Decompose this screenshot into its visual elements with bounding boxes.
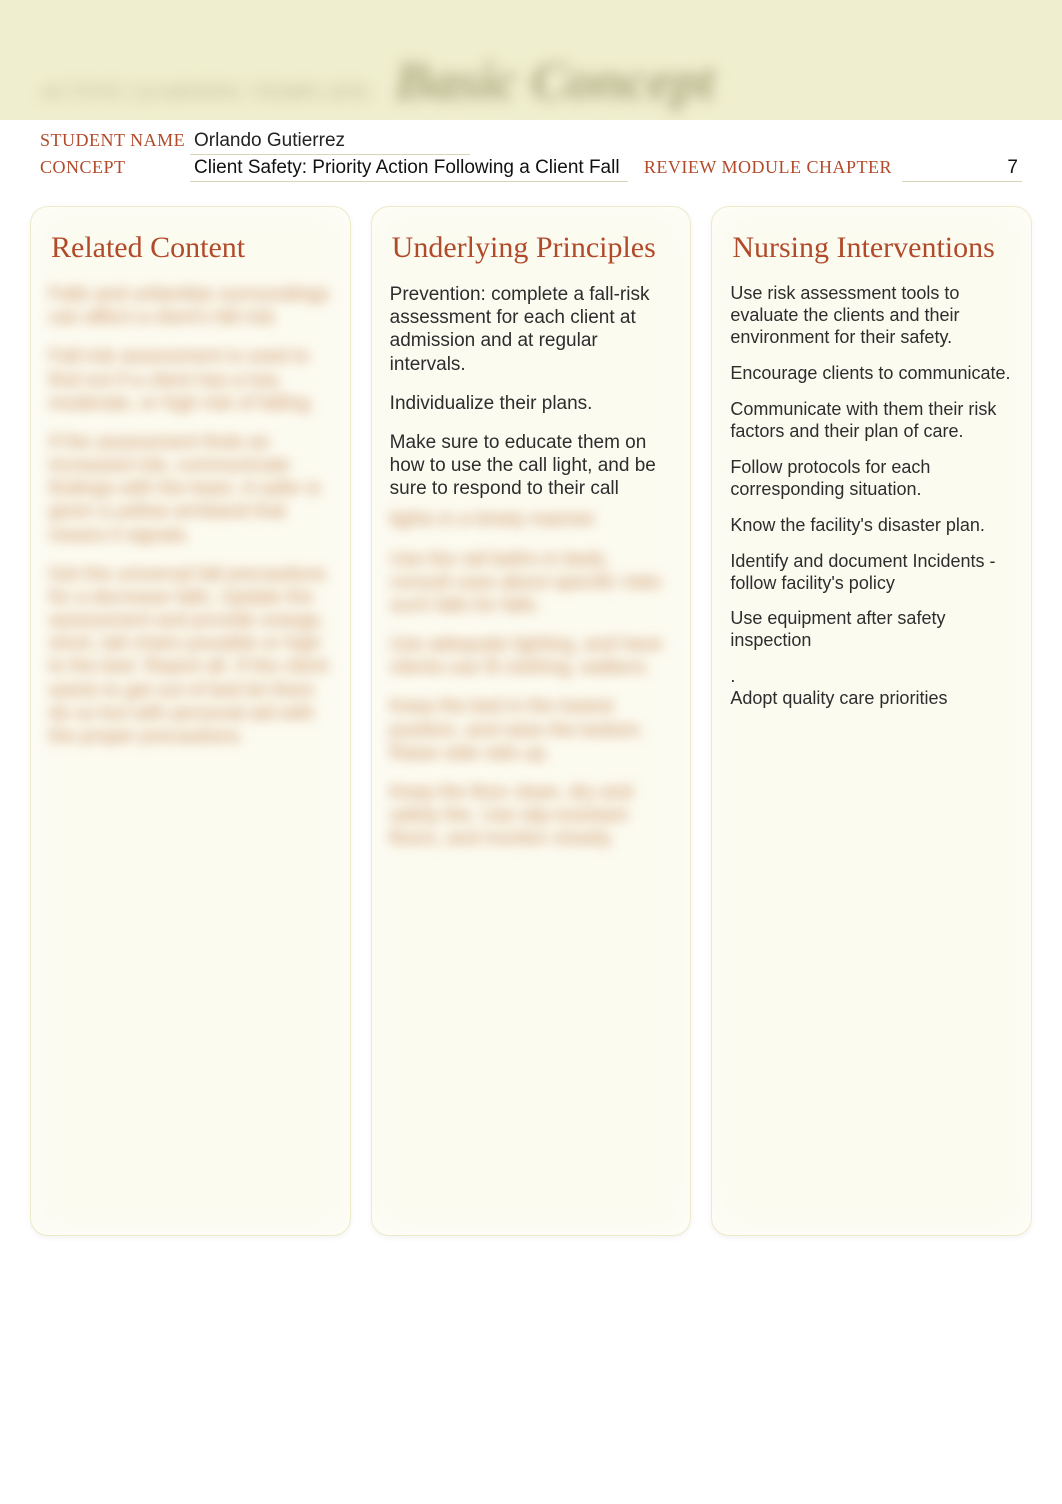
related-para: Fall-risk assessment is used to find out… bbox=[49, 345, 332, 415]
nursing-para: Use risk assessment tools to evaluate th… bbox=[730, 283, 1013, 349]
principles-para: Keep the bed in the lowest position, and… bbox=[390, 695, 673, 765]
nursing-para: Adopt quality care priorities bbox=[730, 688, 1013, 710]
nursing-para: Follow protocols for each corresponding … bbox=[730, 457, 1013, 501]
nursing-para: Communicate with them their risk factors… bbox=[730, 399, 1013, 443]
principles-para: Make sure to educate them on how to use … bbox=[390, 431, 673, 501]
related-para: Get the universal fall precautions for a… bbox=[49, 563, 332, 748]
student-name-row: STUDENT NAME Orlando Gutierrez bbox=[40, 130, 1022, 155]
related-content-title: Related Content bbox=[51, 231, 330, 265]
underlying-principles-card: Underlying Principles Prevention: comple… bbox=[371, 206, 692, 1236]
columns: Related Content Falls and unfamiliar sur… bbox=[30, 206, 1032, 1236]
principles-blurred: lights in a timely manner. Use the rail … bbox=[390, 508, 673, 850]
nursing-interventions-card: Nursing Interventions Use risk assessmen… bbox=[711, 206, 1032, 1236]
principles-para: Use the rail baths in beds, consult case… bbox=[390, 548, 673, 618]
meta-block: STUDENT NAME Orlando Gutierrez CONCEPT C… bbox=[30, 120, 1032, 206]
concept-value: Client Safety: Priority Action Following… bbox=[190, 157, 628, 182]
principles-para: lights in a timely manner. bbox=[390, 508, 673, 531]
principles-para: Keep the floor clean, dry and safely the… bbox=[390, 781, 673, 851]
header-inner: ACTIVE LEARNING TEMPLATE: Basic Concept bbox=[40, 50, 1022, 112]
related-content-body: Falls and unfamiliar surroundings can af… bbox=[49, 283, 332, 748]
nursing-interventions-body: Use risk assessment tools to evaluate th… bbox=[730, 283, 1013, 710]
related-para: Falls and unfamiliar surroundings can af… bbox=[49, 283, 332, 329]
rmc-label: REVIEW MODULE CHAPTER bbox=[644, 157, 892, 178]
related-para: If the assessment finds an increased ris… bbox=[49, 431, 332, 547]
principles-para: Use adequate lighting, and have clients … bbox=[390, 633, 673, 679]
nursing-para: Encourage clients to communicate. bbox=[730, 363, 1013, 385]
student-name-value: Orlando Gutierrez bbox=[190, 130, 470, 155]
template-subtitle: ACTIVE LEARNING TEMPLATE: bbox=[40, 79, 375, 105]
principles-para: Individualize their plans. bbox=[390, 392, 673, 415]
page: ACTIVE LEARNING TEMPLATE: Basic Concept … bbox=[0, 0, 1062, 1504]
header-band: ACTIVE LEARNING TEMPLATE: Basic Concept bbox=[0, 0, 1062, 120]
principles-para: Prevention: complete a fall-risk assessm… bbox=[390, 283, 673, 376]
nursing-para: Use equipment after safety inspection bbox=[730, 608, 1013, 652]
rmc-value: 7 bbox=[902, 157, 1022, 182]
nursing-para: Identify and document Incidents - follow… bbox=[730, 551, 1013, 595]
concept-row: CONCEPT Client Safety: Priority Action F… bbox=[40, 157, 1022, 182]
related-content-card: Related Content Falls and unfamiliar sur… bbox=[30, 206, 351, 1236]
nursing-para: . bbox=[730, 666, 1013, 688]
template-title: Basic Concept bbox=[395, 50, 715, 112]
nursing-para: Know the facility's disaster plan. bbox=[730, 515, 1013, 537]
underlying-principles-title: Underlying Principles bbox=[392, 231, 671, 265]
concept-label: CONCEPT bbox=[40, 157, 190, 178]
nursing-interventions-title: Nursing Interventions bbox=[732, 231, 1011, 265]
student-name-label: STUDENT NAME bbox=[40, 130, 190, 151]
underlying-principles-body: Prevention: complete a fall-risk assessm… bbox=[390, 283, 673, 850]
